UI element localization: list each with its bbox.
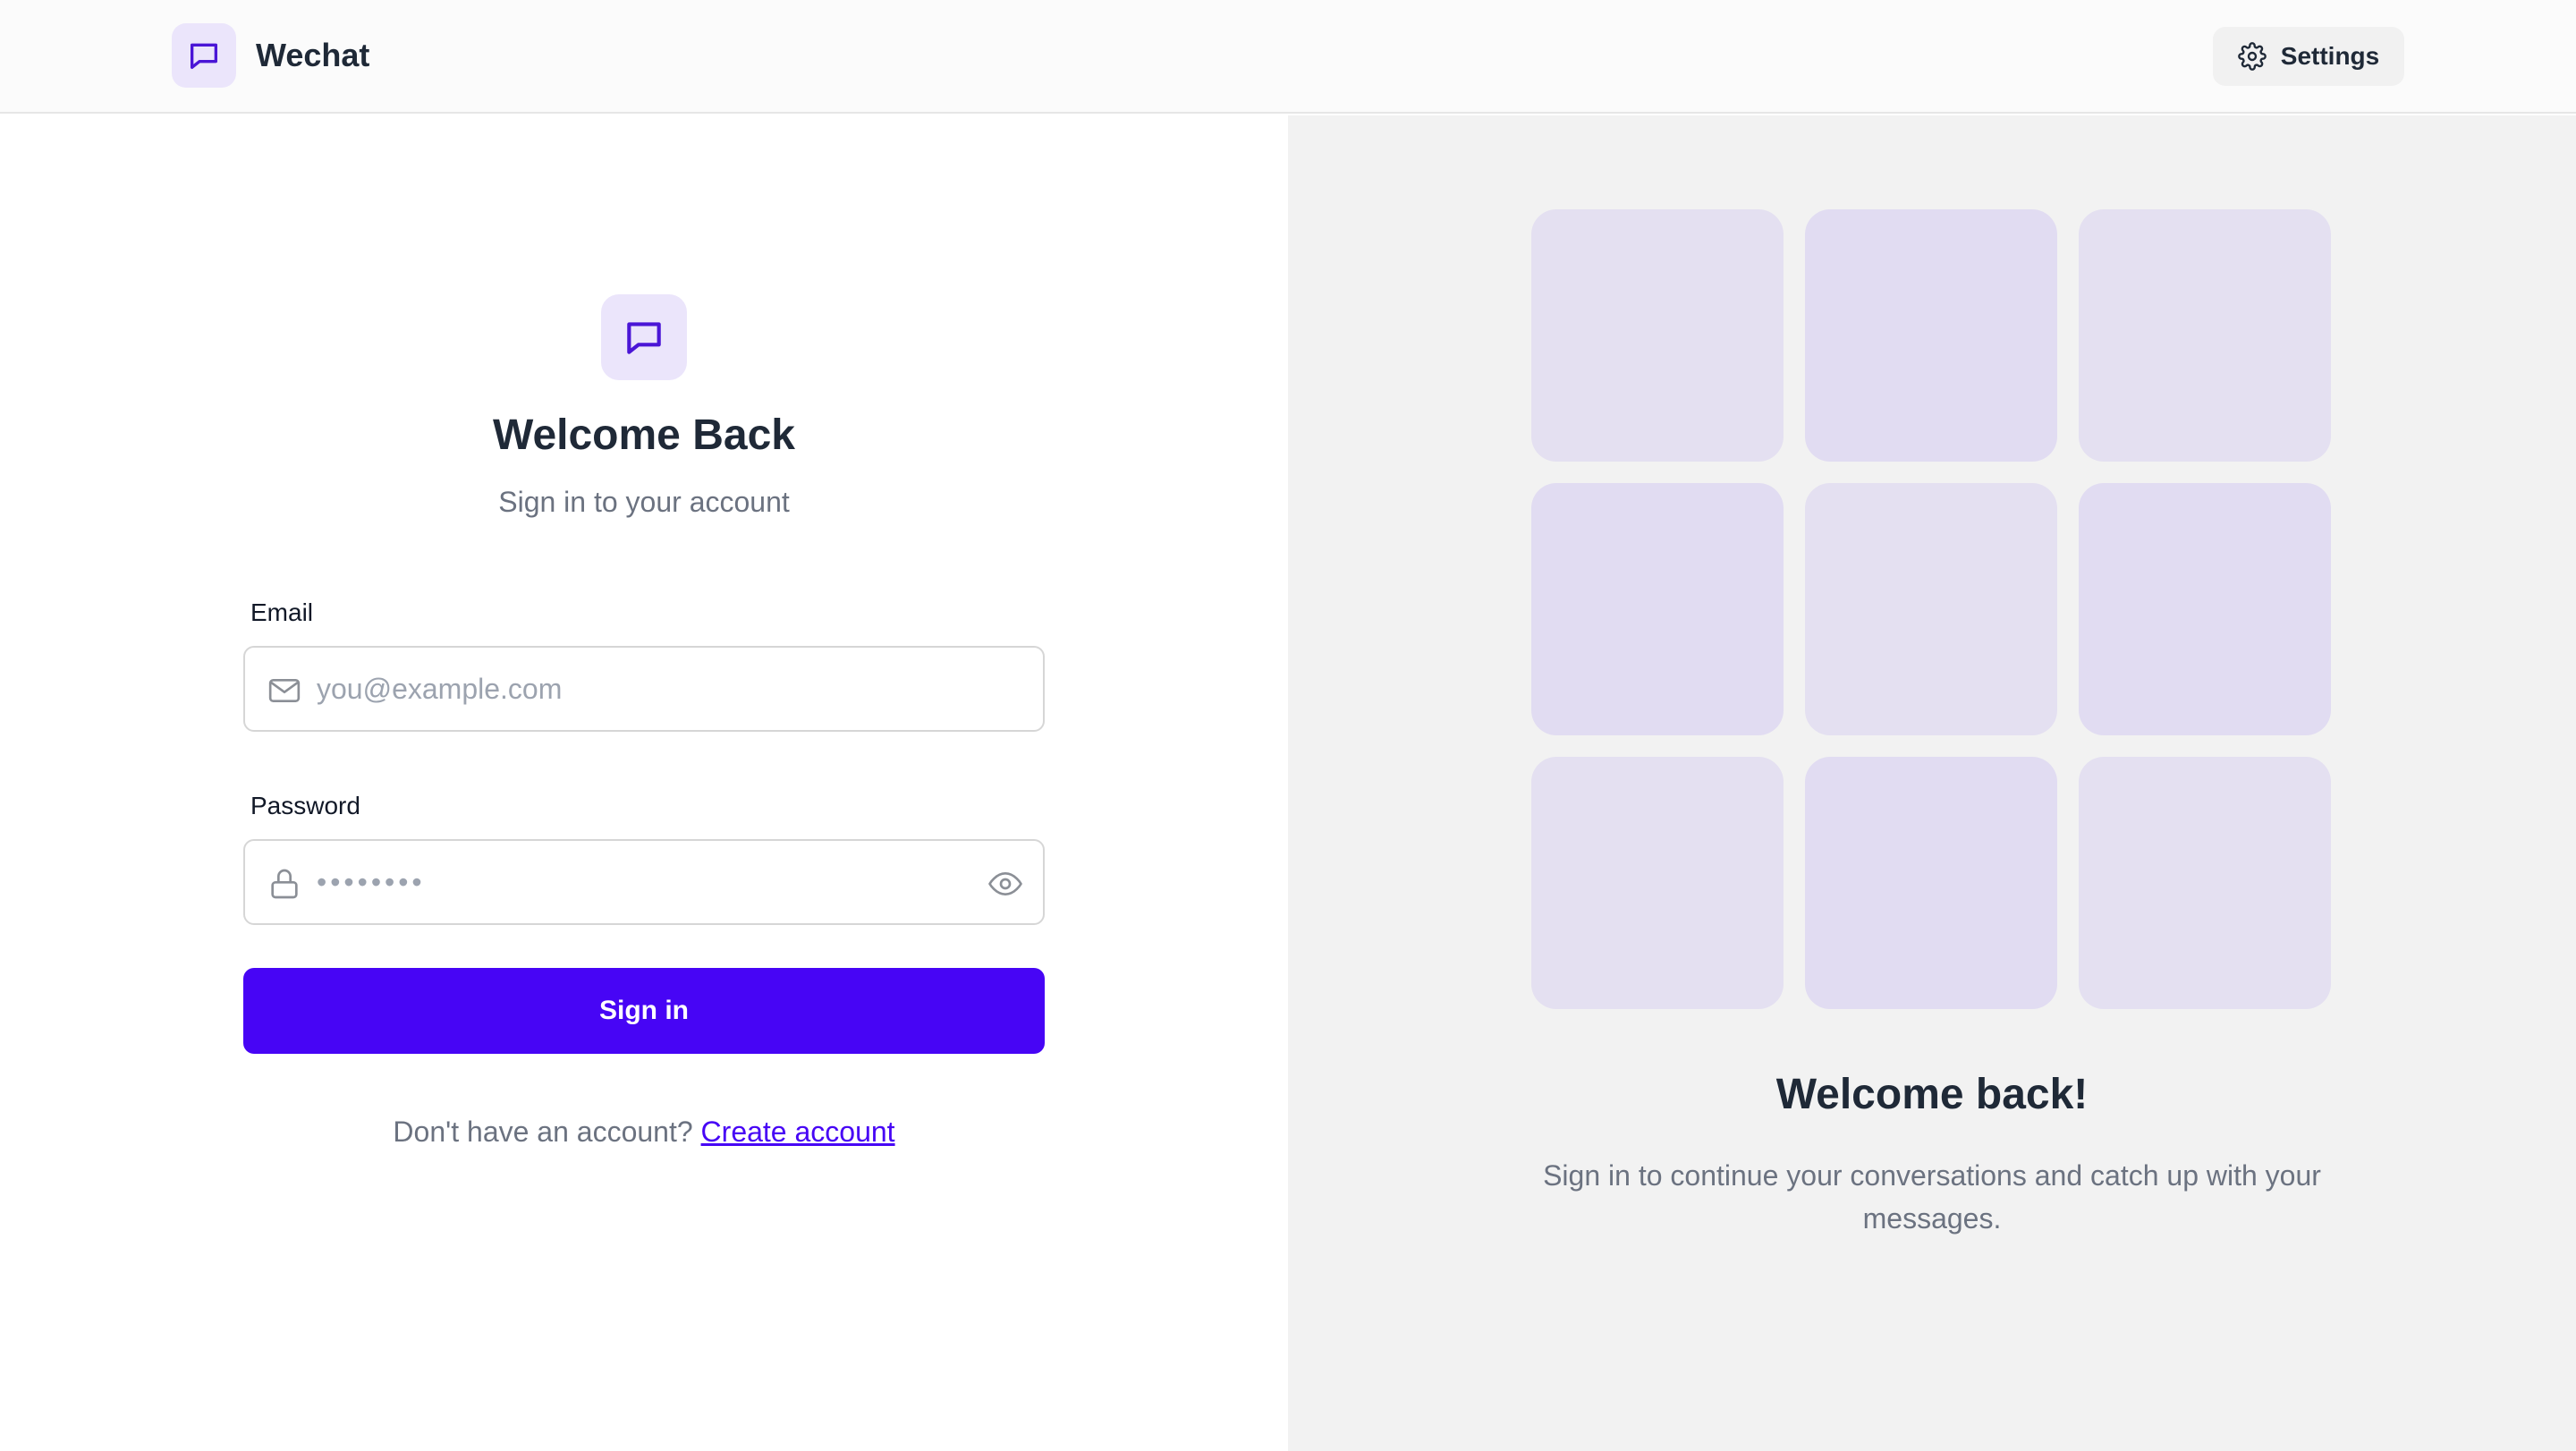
create-account-link[interactable]: Create account [701,1116,895,1148]
email-input[interactable] [317,648,961,730]
decorative-tile [1531,757,1784,1009]
chat-bubble-icon [627,322,661,354]
decorative-tile [1805,483,2057,735]
chat-bubble-icon [191,43,217,70]
hero-logo [601,294,687,380]
email-field[interactable] [243,646,1045,732]
password-field[interactable] [243,839,1045,925]
decorative-tile [2079,757,2331,1009]
panel-text: Sign in to continue your conversations a… [1543,1159,2321,1235]
decorative-tile [1805,757,2057,1009]
sign-in-button[interactable]: Sign in [243,968,1045,1054]
settings-button[interactable]: Settings [2213,27,2404,86]
signup-prompt: Don't have an account? [393,1116,693,1148]
gear-icon [2237,42,2267,71]
lock-icon [271,869,298,899]
eye-icon[interactable] [987,866,1023,902]
email-label: Email [250,598,314,626]
panel-title: Welcome back! [1775,1071,2089,1118]
login-pane: Welcome Back Sign in to your account Ema… [0,115,1288,1451]
page-title: Welcome Back [493,412,795,459]
decorative-tile [1531,209,1784,462]
password-label: Password [250,792,360,819]
page-subtitle: Sign in to your account [498,486,790,518]
app-name: Wechat [256,37,370,73]
decorative-tile [1805,209,2057,462]
signup-prompt-line: Don't have an account? Create account [0,1116,1288,1149]
settings-label: Settings [2280,42,2380,70]
decorative-tile [1531,483,1784,735]
password-input[interactable] [317,841,961,923]
brand[interactable]: Wechat [172,23,369,88]
decorative-tile [2079,209,2331,462]
mail-icon [268,679,301,702]
top-bar: Wechat Settings [0,0,2576,114]
decorative-tile [2079,483,2331,735]
app-logo [172,23,236,88]
